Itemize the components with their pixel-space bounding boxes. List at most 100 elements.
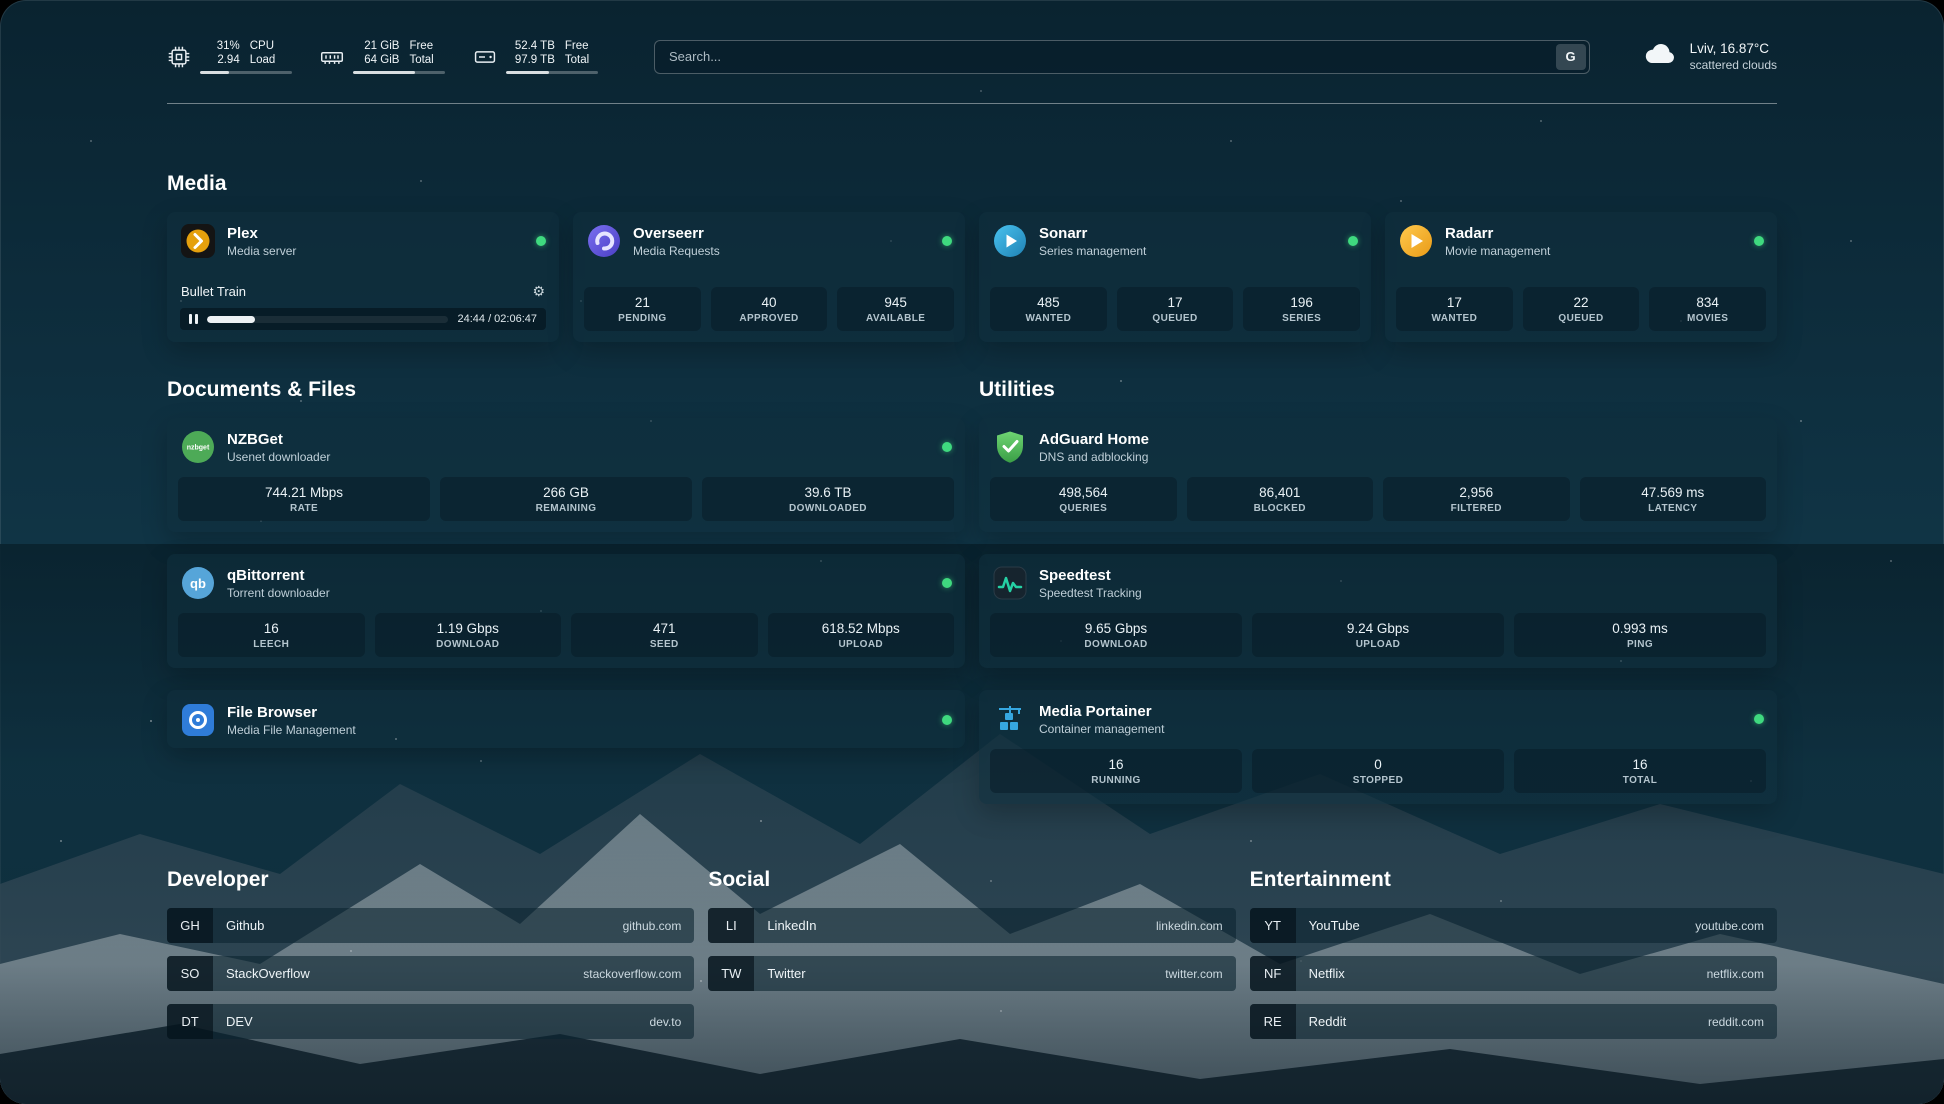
pause-icon[interactable] [189, 314, 198, 324]
stat-remaining: 266 GB REMAINING [440, 477, 692, 521]
status-online-dot [942, 442, 952, 452]
filebrowser-icon [180, 702, 216, 738]
stat-total: 16 TOTAL [1514, 749, 1766, 793]
weather-condition: scattered clouds [1690, 58, 1777, 72]
bookmark-twitter[interactable]: TW Twitter twitter.com [708, 956, 1235, 991]
playback-track[interactable] [207, 316, 448, 323]
bookmark-name: YouTube [1309, 918, 1360, 933]
section-title-media: Media [167, 172, 1777, 196]
stat-value: 266 GB [444, 485, 688, 500]
stat-upload: 9.24 Gbps UPLOAD [1252, 613, 1504, 657]
playback-time: 24:44 / 02:06:47 [457, 313, 537, 325]
section-title-social: Social [708, 868, 1235, 892]
bookmark-name: Netflix [1309, 966, 1345, 981]
stat-label: QUERIES [994, 503, 1173, 514]
service-card-qbittorrent[interactable]: qb qBittorrent Torrent downloader [167, 554, 965, 668]
stat-filtered: 2,956 FILTERED [1383, 477, 1570, 521]
stat-label: LATENCY [1584, 503, 1763, 514]
stat-label: FILTERED [1387, 503, 1566, 514]
search-bar: G [654, 40, 1590, 74]
bookmark-url: dev.to [650, 1015, 682, 1029]
memory-icon [320, 45, 344, 69]
stat-label: PING [1518, 639, 1762, 650]
disk-total-label: Total [565, 53, 598, 67]
bookmark-reddit[interactable]: RE Reddit reddit.com [1250, 1004, 1777, 1039]
playback-bar: 24:44 / 02:06:47 [180, 308, 546, 330]
service-card-portainer[interactable]: Media Portainer Container management 16 … [979, 690, 1777, 804]
bookmark-abbr: TW [708, 956, 754, 991]
stat-available: 945 AVAILABLE [837, 287, 954, 331]
stat-value: 498,564 [994, 485, 1173, 500]
service-card-overseerr[interactable]: Overseerr Media Requests 21 PENDING 40 A… [573, 212, 965, 342]
search-input[interactable] [654, 40, 1590, 74]
stat-value: 21 [588, 295, 697, 310]
cpu-progress-bar [200, 71, 292, 74]
stat-value: 16 [994, 757, 1238, 772]
service-card-sonarr[interactable]: Sonarr Series management 485 WANTED 17 Q… [979, 212, 1371, 342]
bookmark-dev[interactable]: DT DEV dev.to [167, 1004, 694, 1039]
bookmark-abbr: NF [1250, 956, 1296, 991]
service-desc: DNS and adblocking [1039, 450, 1149, 464]
service-card-speedtest[interactable]: Speedtest Speedtest Tracking 9.65 Gbps D… [979, 554, 1777, 668]
search-provider-button[interactable]: G [1556, 44, 1586, 70]
bookmark-stackoverflow[interactable]: SO StackOverflow stackoverflow.com [167, 956, 694, 991]
disk-monitor: 52.4 TB Free 97.9 TB Total [473, 39, 598, 74]
stat-value: 16 [182, 621, 361, 636]
stat-value: 744.21 Mbps [182, 485, 426, 500]
stat-label: UPLOAD [772, 639, 951, 650]
bookmark-github[interactable]: GH Github github.com [167, 908, 694, 943]
stat-value: 47.569 ms [1584, 485, 1763, 500]
status-online-dot [942, 236, 952, 246]
stat-label: DOWNLOADED [706, 503, 950, 514]
stat-value: 2,956 [1387, 485, 1566, 500]
stat-seed: 471 SEED [571, 613, 758, 657]
bookmark-linkedin[interactable]: LI LinkedIn linkedin.com [708, 908, 1235, 943]
utilities-group: Utilities [979, 378, 1777, 804]
weather-widget[interactable]: Lviv, 16.87°C scattered clouds [1642, 36, 1777, 77]
bookmark-url: youtube.com [1695, 919, 1764, 933]
stat-value: 834 [1653, 295, 1762, 310]
service-card-filebrowser[interactable]: File Browser Media File Management [167, 690, 965, 748]
stat-value: 86,401 [1191, 485, 1370, 500]
cpu-usage-label: CPU [250, 39, 292, 53]
service-card-radarr[interactable]: Radarr Movie management 17 WANTED 22 QUE… [1385, 212, 1777, 342]
bookmark-name: Twitter [767, 966, 805, 981]
service-card-plex[interactable]: Plex Media server Bullet Train ⚙ [167, 212, 559, 342]
bookmark-url: stackoverflow.com [583, 967, 681, 981]
sonarr-icon [992, 223, 1028, 259]
stat-blocked: 86,401 BLOCKED [1187, 477, 1374, 521]
service-card-nzbget[interactable]: nzbget NZBGet Usenet downloader 74 [167, 418, 965, 532]
stat-label: QUEUED [1527, 313, 1636, 324]
service-name: File Browser [227, 704, 356, 721]
qbittorrent-icon: qb [180, 565, 216, 601]
settings-gear-icon[interactable]: ⚙ [532, 283, 545, 300]
stat-label: RUNNING [994, 775, 1238, 786]
bookmark-name: Github [226, 918, 264, 933]
plex-now-playing: Bullet Train ⚙ 24:44 / 02:06:47 [167, 281, 559, 342]
stat-label: UPLOAD [1256, 639, 1500, 650]
speedtest-icon [992, 565, 1028, 601]
bookmark-abbr: LI [708, 908, 754, 943]
memory-progress-fill [353, 71, 415, 74]
stat-series: 196 SERIES [1243, 287, 1360, 331]
stat-label: REMAINING [444, 503, 688, 514]
stat-downloaded: 39.6 TB DOWNLOADED [702, 477, 954, 521]
bookmark-youtube[interactable]: YT YouTube youtube.com [1250, 908, 1777, 943]
service-name: Media Portainer [1039, 703, 1164, 720]
disk-progress-bar [506, 71, 598, 74]
bookmark-abbr: YT [1250, 908, 1296, 943]
service-desc: Speedtest Tracking [1039, 586, 1142, 600]
stat-label: WANTED [1400, 313, 1509, 324]
bookmark-name: DEV [226, 1014, 253, 1029]
service-name: AdGuard Home [1039, 431, 1149, 448]
nzbget-icon: nzbget [180, 429, 216, 465]
service-card-adguard[interactable]: AdGuard Home DNS and adblocking 498,564 … [979, 418, 1777, 532]
resource-monitors: 31% CPU 2.94 Load [167, 39, 598, 74]
bookmark-url: github.com [623, 919, 682, 933]
memory-total-value: 64 GiB [353, 53, 399, 67]
service-desc: Media Requests [633, 244, 720, 258]
service-desc: Media File Management [227, 723, 356, 737]
bookmark-netflix[interactable]: NF Netflix netflix.com [1250, 956, 1777, 991]
disk-free-label: Free [565, 39, 598, 53]
status-online-dot [1754, 714, 1764, 724]
